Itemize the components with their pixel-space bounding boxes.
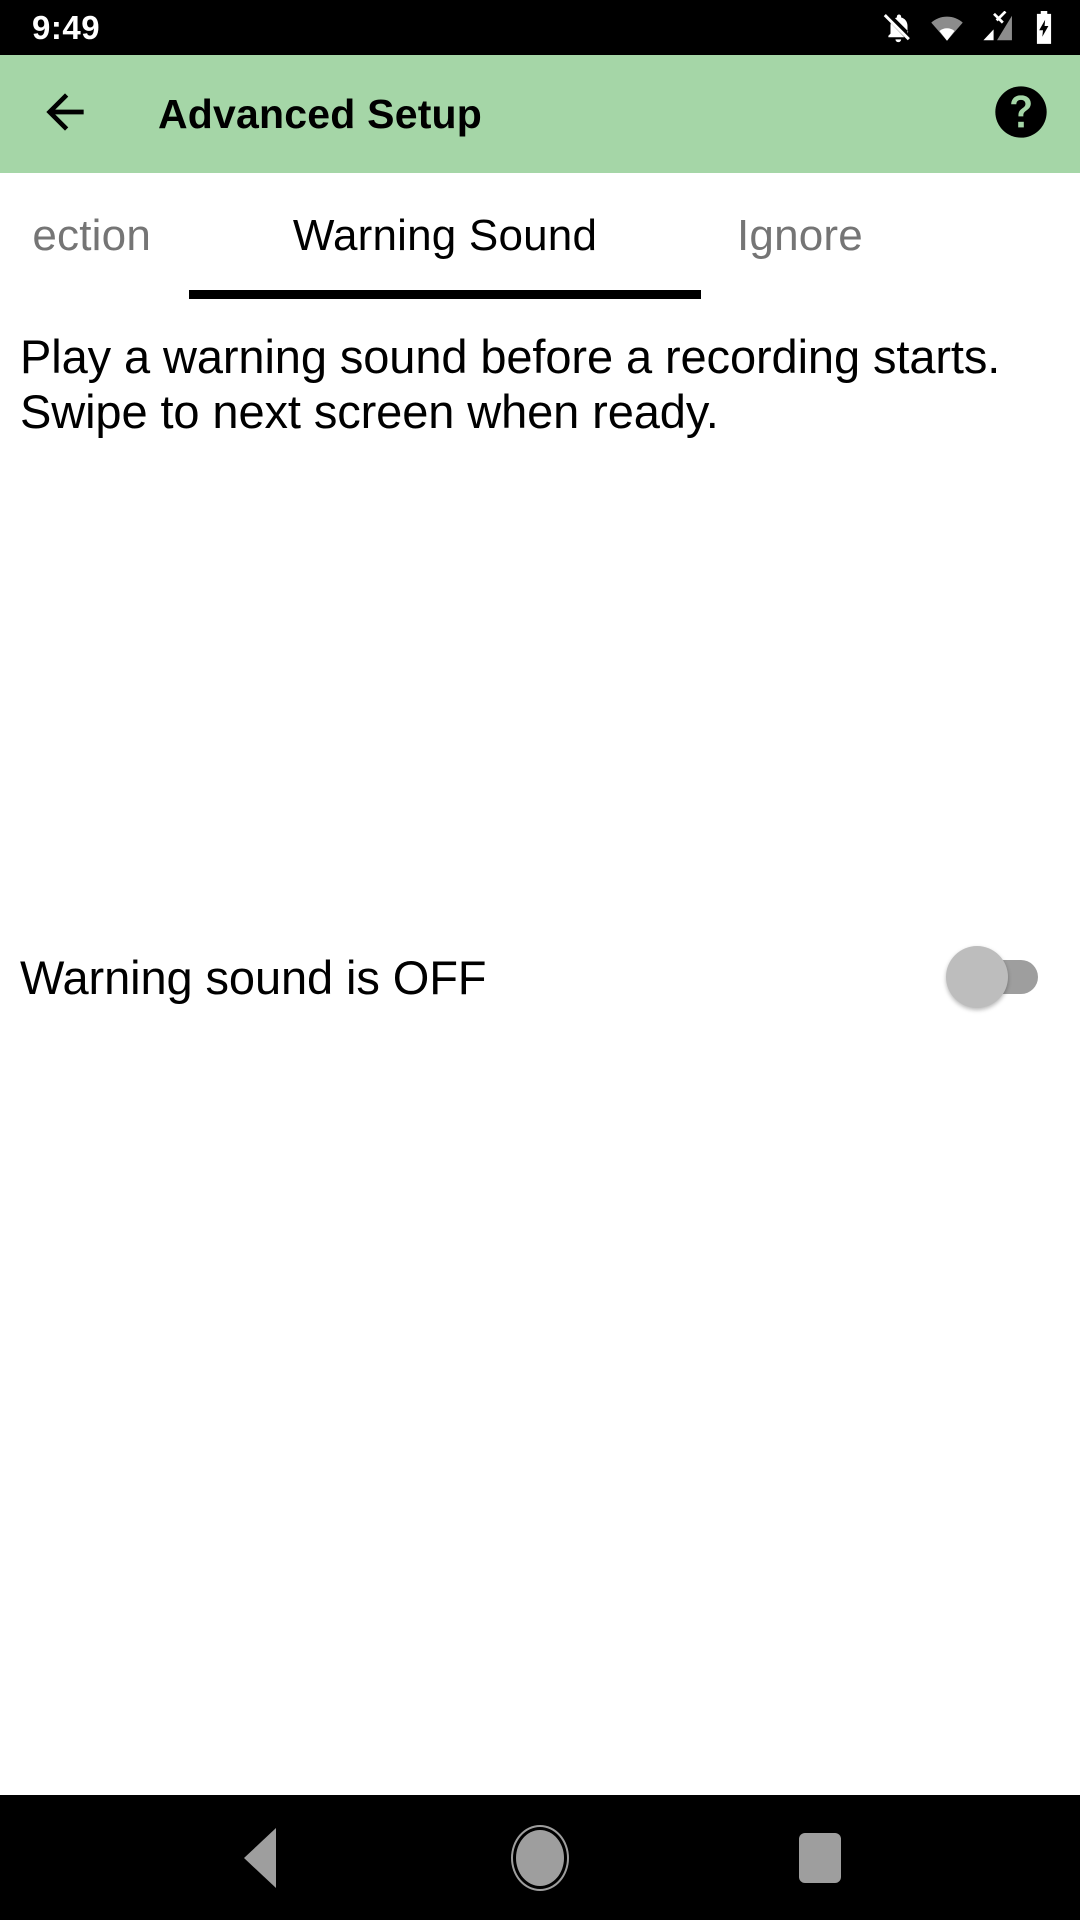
android-navigation-bar: [0, 1795, 1080, 1920]
tab-bar[interactable]: ection Warning Sound Ignore: [0, 173, 1080, 299]
home-circle-icon: [516, 1829, 564, 1886]
description-text: Play a warning sound before a recording …: [20, 330, 1001, 439]
main-content: Play a warning sound before a recording …: [0, 299, 1080, 1795]
tab-ignore-label: Ignore: [737, 211, 863, 260]
wifi-icon: [930, 11, 964, 45]
battery-charging-icon: [1030, 10, 1058, 45]
cellular-no-sim-icon: [978, 10, 1016, 45]
notifications-off-icon: [882, 11, 916, 45]
status-bar-icons: [882, 10, 1058, 45]
phone-screen: 9:49 Advanced Setup ection Warning Sound…: [0, 0, 1080, 1920]
page-title: Advanced Setup: [158, 90, 483, 137]
warning-sound-status-label: Warning sound is OFF: [20, 950, 487, 1004]
app-bar: Advanced Setup: [0, 55, 1080, 173]
tab-previous-label: ection: [32, 211, 151, 260]
back-button[interactable]: [34, 83, 96, 145]
tab-warning-sound[interactable]: Warning Sound: [181, 173, 709, 299]
nav-recents-button[interactable]: [765, 1803, 875, 1913]
toggle-thumb: [946, 946, 1008, 1008]
warning-sound-toggle[interactable]: [946, 946, 1038, 1008]
nav-back-button[interactable]: [205, 1803, 315, 1913]
help-button[interactable]: [990, 83, 1052, 145]
back-arrow-icon: [37, 84, 93, 145]
help-circle-icon: [993, 84, 1049, 145]
tab-ignore[interactable]: Ignore: [709, 173, 1069, 299]
back-triangle-icon: [244, 1827, 276, 1888]
status-bar-clock: 9:49: [32, 9, 101, 46]
tab-strip: ection Warning Sound Ignore: [0, 173, 1069, 299]
status-bar: 9:49: [0, 0, 1080, 55]
tab-warning-sound-label: Warning Sound: [292, 211, 598, 260]
warning-sound-row[interactable]: Warning sound is OFF: [20, 929, 1038, 1025]
nav-home-button[interactable]: [485, 1803, 595, 1913]
tab-previous[interactable]: ection: [0, 173, 181, 299]
recents-square-icon: [799, 1832, 841, 1883]
